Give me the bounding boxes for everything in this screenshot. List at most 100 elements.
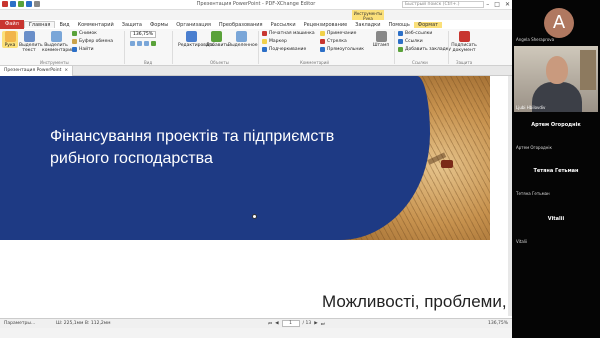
group-label-protect: Защита: [456, 60, 473, 65]
coordinates-readout: Ш: 225,1мм В: 112,2мм: [56, 321, 111, 326]
maximize-button[interactable]: □: [494, 1, 500, 8]
rectangle-button[interactable]: Прямоугольник: [320, 47, 364, 52]
sign-label: Подписать документ: [451, 43, 477, 53]
first-page-icon[interactable]: ⏮: [268, 321, 272, 327]
add-label: Добавить: [206, 43, 229, 48]
tab-format[interactable]: Формат: [413, 21, 443, 28]
select-comments-button[interactable]: Выделить комментарии: [42, 31, 74, 53]
group-label-view: Вид: [144, 60, 153, 65]
hand-icon: [4, 31, 16, 42]
minimize-button[interactable]: –: [486, 1, 489, 8]
zoom-select[interactable]: 136,75%: [130, 31, 156, 38]
snapshot-button[interactable]: Снимок: [72, 31, 97, 36]
clipboard-button[interactable]: Буфер обмена: [72, 39, 113, 44]
document-tab[interactable]: Презентация PowerPoint ×: [0, 66, 74, 76]
selection-icon: [235, 31, 247, 42]
participant-tile[interactable]: Артем Огороднік Артем Огороднік: [514, 114, 598, 152]
select-text-button[interactable]: Выделить текст: [19, 31, 43, 53]
hand-tool-button[interactable]: Рука: [2, 31, 18, 48]
link-icon: [398, 39, 403, 44]
participant-display-name: Vitalii: [547, 216, 565, 222]
typewriter-button[interactable]: Печатная машинка: [262, 31, 315, 36]
page-number-input[interactable]: 1: [281, 320, 300, 327]
participant-camera-tile[interactable]: Ljubi Hbilovdiv: [514, 46, 598, 112]
participant-head: [546, 56, 568, 84]
rectangle-icon: [320, 47, 325, 52]
tab-comment[interactable]: Комментарий: [74, 22, 118, 28]
marker-button[interactable]: Маркер: [262, 39, 287, 44]
divider: [258, 31, 259, 64]
sign-document-button[interactable]: Подписать документ: [450, 31, 478, 53]
tab-bookmarks[interactable]: Закладки: [351, 22, 384, 28]
participant-name: Тетяна Гетьман: [516, 191, 550, 196]
horizontal-scrollbar[interactable]: [0, 328, 512, 338]
edit-button[interactable]: Редактировать: [178, 31, 214, 48]
tab-protect[interactable]: Защита: [118, 22, 146, 28]
group-label-tools: Инструменты: [40, 60, 69, 65]
globe-icon: [398, 31, 403, 36]
avatar: A: [544, 8, 574, 38]
ribbon-toolbar: Рука Выделить текст Выделить комментарии…: [0, 29, 512, 66]
participant-tile[interactable]: Vitalii Vitalii: [514, 206, 598, 246]
fit-page-icon: [130, 41, 135, 46]
participant-name: Vitalii: [516, 239, 528, 244]
mouse-cursor-icon: [252, 214, 257, 219]
options-button[interactable]: Параметры...: [4, 321, 35, 326]
underline-icon: [262, 47, 267, 52]
find-button[interactable]: Найти: [72, 47, 94, 52]
arrow-button[interactable]: Стрелка: [320, 39, 347, 44]
text-cursor-icon: [23, 31, 35, 42]
tab-file[interactable]: Файл: [0, 20, 24, 29]
participant-tile-top[interactable]: A Angela Sheraprova: [514, 0, 598, 44]
web-links-button[interactable]: Веб-ссылки: [398, 31, 432, 36]
status-zoom-value[interactable]: 136,75%: [488, 321, 508, 326]
participant-display-name: Тетяна Гетьман: [533, 168, 579, 174]
close-tab-icon[interactable]: ×: [64, 66, 68, 76]
tab-view[interactable]: Вид: [55, 22, 73, 28]
close-button[interactable]: ✕: [505, 1, 510, 8]
marker-icon: [262, 39, 267, 44]
select-comments-label: Выделить комментарии: [42, 43, 75, 53]
document-tab-label: Презентация PowerPoint: [4, 68, 62, 73]
hand-label: Рука: [4, 43, 16, 48]
next-page-icon[interactable]: ▶: [314, 321, 317, 326]
participant-tile[interactable]: Тетяна Гетьман Тетяна Гетьман: [514, 160, 598, 198]
prev-page-icon[interactable]: ◀: [275, 321, 278, 326]
bookmark-icon: [398, 47, 403, 52]
note-button[interactable]: Примечание: [320, 31, 356, 36]
tab-convert[interactable]: Преобразования: [215, 22, 267, 28]
edit-icon: [185, 31, 197, 42]
links-button[interactable]: Ссылки: [398, 39, 423, 44]
view-buttons[interactable]: [130, 41, 156, 46]
tab-review[interactable]: Рецензирование: [300, 22, 352, 28]
stamp-label: Штамп: [372, 43, 390, 48]
ribbon-tab-bar: Файл Главная Вид Комментарий Защита Форм…: [0, 20, 512, 29]
last-page-icon[interactable]: ⏭: [321, 321, 325, 327]
underline-button[interactable]: Подчеркивание: [262, 47, 306, 52]
tab-home[interactable]: Главная: [23, 21, 56, 28]
camera-icon: [72, 31, 77, 36]
background-shelf: [580, 50, 596, 90]
selection-label: Выделенное: [228, 43, 258, 48]
signature-icon: [458, 31, 470, 42]
select-text-label: Выделить текст: [19, 43, 43, 53]
next-slide-text: Можливості, проблеми,: [322, 292, 507, 311]
quick-search-input[interactable]: Быстрый поиск (Ctrl+.): [402, 1, 484, 8]
stamp-icon: [375, 31, 387, 42]
divider: [172, 31, 173, 64]
tab-mailings[interactable]: Рассылки: [267, 22, 300, 28]
typewriter-icon: [262, 31, 267, 36]
selection-button[interactable]: Выделенное: [228, 31, 258, 48]
select-comments-icon: [50, 31, 62, 42]
divider: [448, 31, 449, 64]
add-icon: [210, 31, 222, 42]
add-bookmark-button[interactable]: Добавить закладку: [398, 47, 451, 52]
participant-name: Angela Sheraprova: [516, 37, 555, 42]
title-bar: Презентация PowerPoint - PDF-XChange Edi…: [0, 0, 512, 10]
tab-help[interactable]: Помощь: [384, 22, 413, 28]
tab-organize[interactable]: Организация: [172, 22, 215, 28]
stamp-button[interactable]: Штамп: [372, 31, 390, 48]
document-tab-bar: Презентация PowerPoint ×: [0, 66, 512, 76]
add-button[interactable]: Добавить: [206, 31, 229, 48]
tab-forms[interactable]: Формы: [146, 22, 172, 28]
